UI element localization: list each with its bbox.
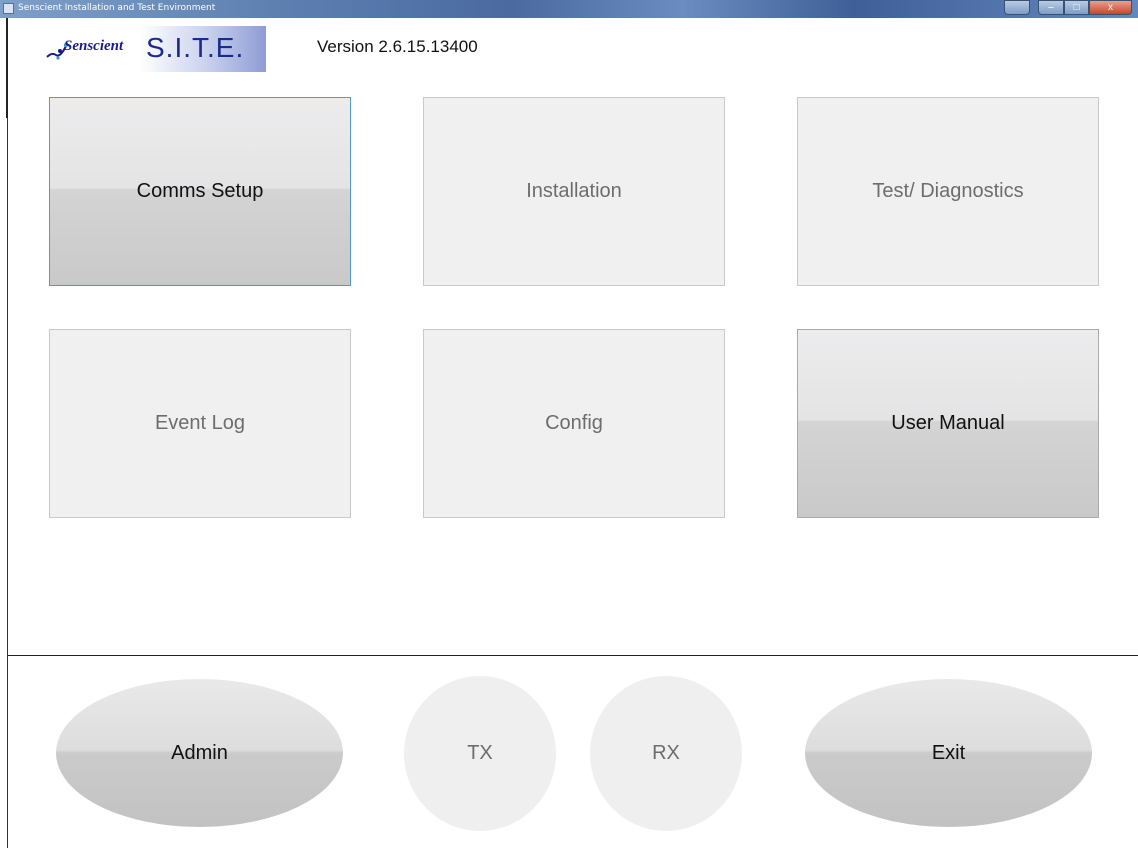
rx-button[interactable]: RX (590, 676, 742, 831)
logo-product-text: S.I.T.E. (146, 32, 245, 63)
exit-button[interactable]: Exit (805, 679, 1092, 827)
logo-brand-text: Senscient (64, 38, 124, 54)
app-icon (3, 3, 14, 14)
version-label: Version 2.6.15.13400 (317, 37, 478, 56)
edge-bar (6, 18, 8, 118)
window-controls: – □ x (1004, 0, 1132, 17)
test-diagnostics-button[interactable]: Test/ Diagnostics (797, 97, 1099, 286)
window-left-edge (0, 18, 8, 848)
maximize-button[interactable]: □ (1064, 0, 1089, 15)
event-log-button[interactable]: Event Log (49, 329, 351, 518)
title-bar: Senscient Installation and Test Environm… (0, 0, 1138, 18)
config-button[interactable]: Config (423, 329, 725, 518)
edge-line (7, 118, 8, 848)
restore-ghost-icon (1004, 0, 1030, 15)
minimize-button[interactable]: – (1038, 0, 1064, 15)
window-title: Senscient Installation and Test Environm… (18, 3, 216, 13)
close-button[interactable]: x (1089, 0, 1132, 15)
comms-setup-button[interactable]: Comms Setup (49, 97, 351, 286)
admin-button[interactable]: Admin (56, 679, 343, 827)
footer-divider (8, 655, 1138, 656)
tx-button[interactable]: TX (404, 676, 556, 831)
senscient-logo: Senscient S.I.T.E. (36, 26, 266, 72)
installation-button[interactable]: Installation (423, 97, 725, 286)
user-manual-button[interactable]: User Manual (797, 329, 1099, 518)
